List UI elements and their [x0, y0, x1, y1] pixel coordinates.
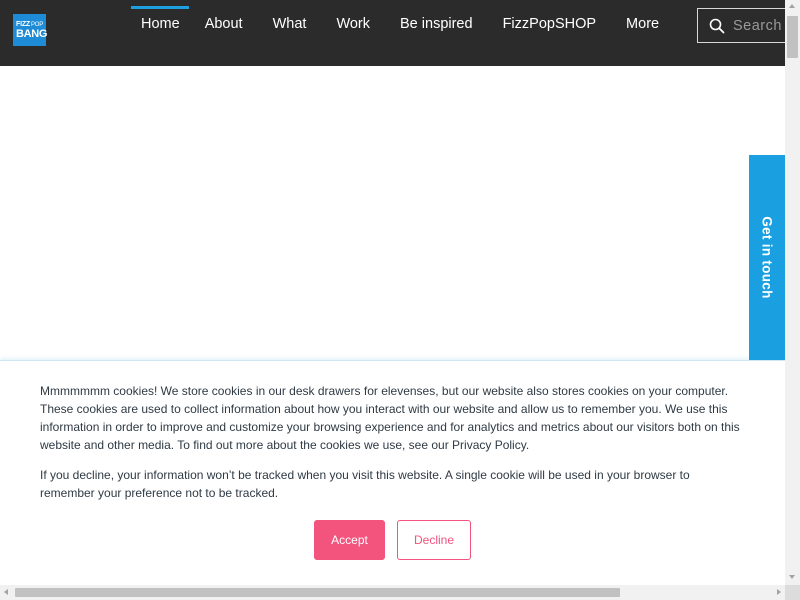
- nav-item-be-inspired[interactable]: Be inspired: [385, 0, 488, 48]
- search-icon[interactable]: [709, 18, 725, 34]
- vertical-scrollbar[interactable]: [785, 0, 800, 585]
- scroll-down-arrow-icon[interactable]: [789, 575, 795, 579]
- nav-item-home[interactable]: Home: [131, 0, 190, 48]
- cookie-text-main: Mmmmmmm cookies! We store cookies in our…: [40, 384, 740, 452]
- search-box[interactable]: [697, 8, 785, 43]
- get-in-touch-label: Get in touch: [759, 216, 775, 299]
- accept-button[interactable]: Accept: [314, 520, 385, 560]
- scroll-right-arrow-icon[interactable]: [777, 589, 781, 595]
- nav-item-fizzpopshop[interactable]: FizzPopSHOP: [488, 0, 611, 48]
- get-in-touch-tab[interactable]: Get in touch: [749, 155, 785, 360]
- horizontal-scrollbar[interactable]: [0, 585, 785, 600]
- vertical-scroll-thumb[interactable]: [787, 16, 798, 58]
- logo-text-bang: BANG: [16, 28, 48, 40]
- nav-item-more[interactable]: More: [611, 0, 674, 48]
- logo-text-fizz: FIZZ: [16, 21, 30, 28]
- cookie-text-decline-info: If you decline, your information won’t b…: [40, 468, 690, 500]
- nav-item-what[interactable]: What: [258, 0, 322, 48]
- fizz-pop-bang-logo[interactable]: FIZZPOP BANG: [13, 14, 48, 46]
- cookie-banner: Mmmmmmm cookies! We store cookies in our…: [0, 360, 785, 585]
- scroll-left-arrow-icon[interactable]: [4, 589, 8, 595]
- page-viewport: FIZZPOP BANG Home About What Work Be ins…: [0, 0, 785, 585]
- nav-item-about[interactable]: About: [190, 0, 258, 48]
- site-header: FIZZPOP BANG Home About What Work Be ins…: [0, 0, 785, 66]
- search-input[interactable]: [733, 17, 785, 34]
- main-nav: Home About What Work Be inspired FizzPop…: [131, 0, 674, 48]
- decline-button[interactable]: Decline: [397, 520, 471, 560]
- nav-item-work[interactable]: Work: [321, 0, 385, 48]
- horizontal-scroll-thumb[interactable]: [15, 588, 620, 597]
- scroll-up-arrow-icon[interactable]: [789, 4, 795, 8]
- scrollbar-corner: [785, 585, 800, 600]
